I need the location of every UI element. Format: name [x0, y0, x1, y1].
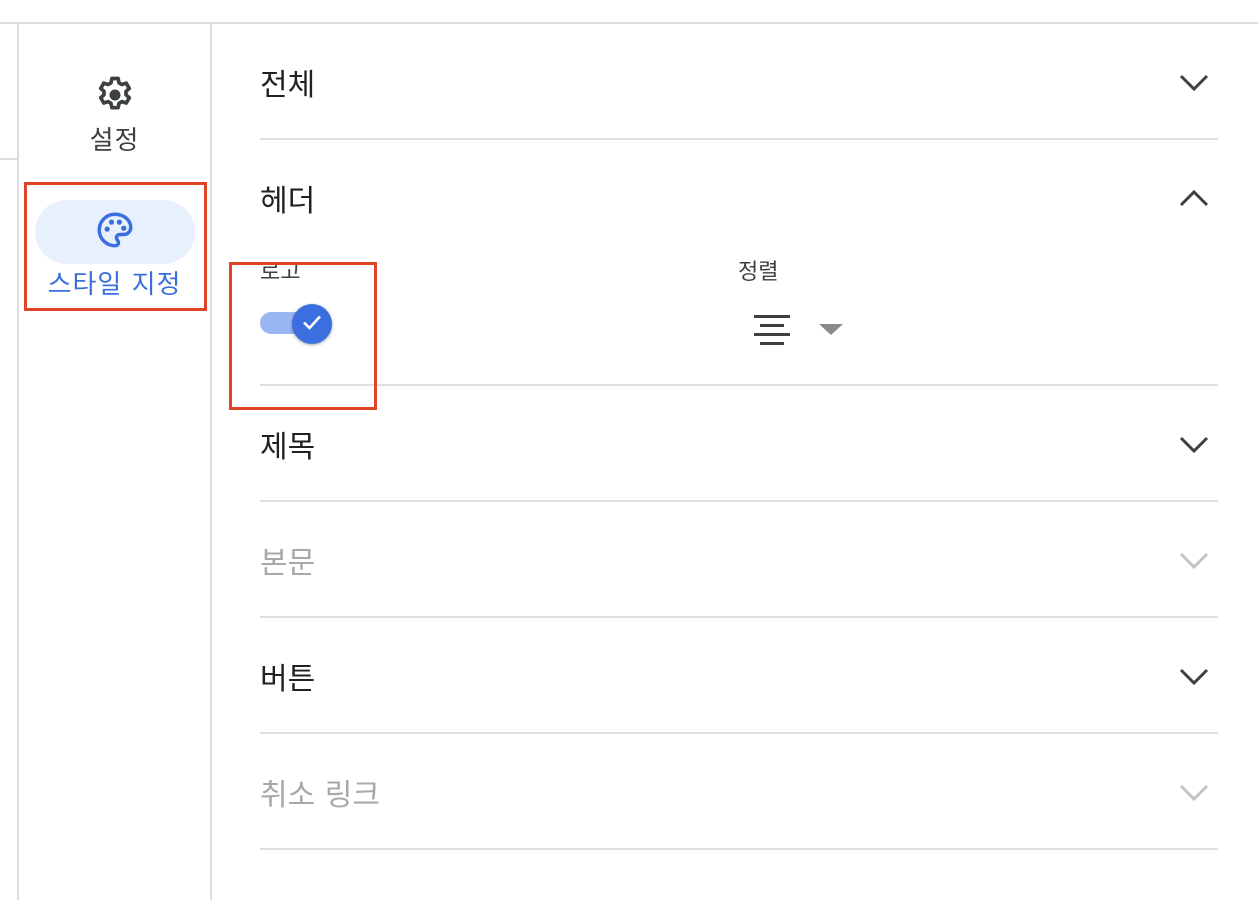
- section-cancel-link-header: 취소 링크: [260, 734, 1218, 848]
- chevron-down-icon: [1178, 660, 1210, 692]
- left-edge-divider: [0, 158, 17, 160]
- chevron-down-icon: [1178, 776, 1210, 808]
- align-center-icon: [752, 310, 792, 354]
- left-edge-panel: [0, 24, 19, 900]
- section-cancel-link: 취소 링크: [260, 734, 1218, 850]
- section-header-header[interactable]: 헤더: [260, 140, 1218, 254]
- section-title-title: 제목: [260, 430, 316, 465]
- section-button: 버튼: [260, 618, 1218, 734]
- section-button-title: 버튼: [260, 662, 316, 697]
- rail-item-settings[interactable]: 설정: [19, 72, 210, 157]
- section-title-header[interactable]: 제목: [260, 386, 1218, 500]
- rail-icon-container: [35, 72, 195, 122]
- section-header: 헤더 로고 정렬: [260, 140, 1218, 386]
- style-sections: 전체 헤더 로고 정렬 제목 본문 버튼 취소 링크: [260, 24, 1218, 850]
- rail-icon-container-selected: [34, 200, 195, 264]
- align-label: 정렬: [738, 260, 779, 285]
- section-body-header: 본문: [260, 502, 1218, 616]
- chevron-down-icon: [1178, 428, 1210, 460]
- palette-icon: [94, 209, 136, 255]
- gear-icon: [93, 73, 137, 121]
- style-settings-page: 설정 스타일 지정 전체 헤더 로고 정렬 제목 본문 버튼 취소 링크: [0, 0, 1258, 900]
- align-select[interactable]: [752, 310, 852, 354]
- dropdown-arrow-icon: [818, 322, 844, 341]
- section-header-body: 로고 정렬: [260, 244, 1218, 384]
- section-title: 제목: [260, 386, 1218, 502]
- rail-item-style-label: 스타일 지정: [47, 270, 182, 300]
- section-cancel-link-title: 취소 링크: [260, 778, 380, 813]
- section-all-title: 전체: [260, 68, 316, 103]
- side-rail: 설정 스타일 지정: [19, 24, 212, 900]
- section-all-header[interactable]: 전체: [260, 24, 1218, 138]
- logo-label: 로고: [260, 260, 301, 285]
- check-icon: [300, 310, 324, 338]
- section-body: 본문: [260, 502, 1218, 618]
- rail-item-style[interactable]: 스타일 지정: [19, 200, 210, 301]
- logo-toggle[interactable]: [260, 302, 332, 344]
- rail-item-settings-label: 설정: [89, 126, 140, 156]
- section-button-header[interactable]: 버튼: [260, 618, 1218, 732]
- logo-toggle-knob: [292, 304, 332, 344]
- section-all: 전체: [260, 24, 1218, 140]
- section-body-title: 본문: [260, 546, 316, 581]
- section-header-title: 헤더: [260, 184, 316, 219]
- chevron-up-icon: [1178, 182, 1210, 214]
- chevron-down-icon: [1178, 544, 1210, 576]
- chevron-down-icon: [1178, 66, 1210, 98]
